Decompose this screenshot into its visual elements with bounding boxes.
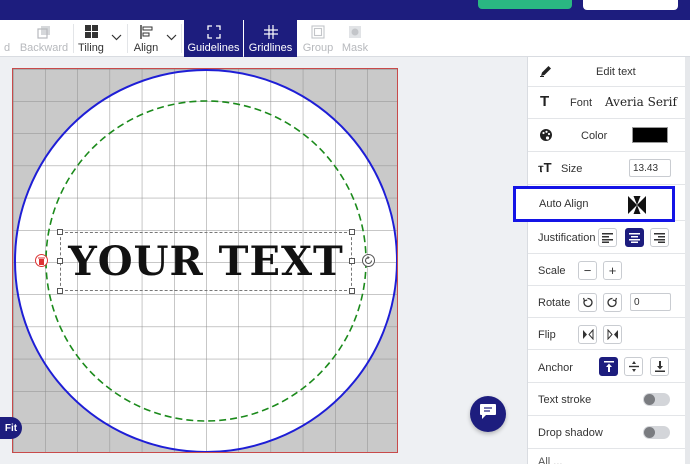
top-navigation-bar [0, 0, 690, 20]
editor-toolbar: d Backward Tiling Align Guidelines Gridl… [0, 20, 690, 57]
drop-shadow-row: Drop shadow [528, 416, 686, 449]
justification-label: Justification [538, 232, 596, 244]
align-center-icon [629, 232, 640, 243]
scale-label: Scale [538, 265, 566, 277]
text-stroke-row: Text stroke [528, 383, 686, 416]
anchor-middle-button[interactable] [624, 357, 643, 376]
toolbar-divider [127, 24, 128, 53]
primary-action-button[interactable] [478, 0, 572, 9]
rotate-row: Rotate 0 [528, 286, 686, 318]
secondary-action-button[interactable] [583, 0, 678, 10]
font-selector[interactable]: Averia Serif [605, 95, 677, 109]
design-canvas-area: YOUR TEXT Fit [0, 57, 527, 464]
flip-row: Flip [528, 318, 686, 350]
toolbar-item-backward[interactable]: Backward [16, 20, 72, 57]
auto-align-button[interactable]: Auto Align [513, 186, 675, 222]
cut-off-label: All ... [538, 456, 563, 464]
color-label: Color [581, 130, 608, 142]
text-properties-panel: Edit text T Font Averia Serif Color ⲧT S… [527, 57, 686, 464]
toolbar-item-gridlines[interactable]: Gridlines [244, 20, 297, 57]
toolbar-item-forward-partial[interactable]: d [0, 20, 14, 57]
anchor-label: Anchor [538, 362, 573, 374]
app-root: d Backward Tiling Align Guidelines Gridl… [0, 0, 690, 464]
flip-horizontal-button[interactable] [578, 325, 597, 344]
toolbar-item-tiling[interactable]: Tiling [76, 20, 122, 57]
color-swatch[interactable] [632, 127, 668, 143]
panel-scrollbar[interactable] [685, 57, 690, 464]
flip-vertical-button[interactable] [603, 325, 622, 344]
anchor-top-button[interactable] [599, 357, 618, 376]
justify-center-button[interactable] [625, 228, 644, 247]
font-t-icon: T [540, 93, 550, 110]
minus-icon: − [583, 263, 592, 278]
rotate-ccw-icon [582, 297, 593, 308]
plus-icon: + [608, 263, 617, 278]
size-row: ⲧT Size 13.43 [528, 152, 686, 185]
rotate-handle-icon[interactable] [362, 254, 375, 267]
artboard[interactable]: YOUR TEXT [12, 68, 398, 453]
palette-icon [539, 128, 553, 145]
scale-decrease-button[interactable]: − [578, 261, 597, 280]
rotate-input[interactable]: 0 [630, 293, 671, 311]
toolbar-item-mask[interactable]: Mask [339, 20, 371, 57]
color-row: Color [528, 119, 686, 152]
chevron-down-icon[interactable] [166, 32, 177, 44]
rotate-left-button[interactable] [578, 293, 597, 312]
pencil-icon [539, 64, 553, 81]
text-stroke-label: Text stroke [538, 394, 592, 406]
align-left-icon [602, 232, 613, 243]
anchor-top-icon [603, 361, 614, 372]
group-icon [311, 24, 325, 40]
size-label: Size [561, 163, 583, 175]
auto-align-arrows-icon [626, 195, 648, 220]
toolbar-item-align[interactable]: Align [131, 20, 177, 57]
edit-text-label: Edit text [596, 66, 636, 78]
toolbar-item-guidelines[interactable]: Guidelines [184, 20, 243, 57]
gridlines-icon [263, 24, 278, 40]
drop-shadow-label: Drop shadow [538, 427, 603, 439]
rotate-right-button[interactable] [603, 293, 622, 312]
chat-bubble-icon [479, 403, 497, 425]
tiling-grid-icon [84, 24, 98, 40]
justification-row: Justification [528, 221, 686, 254]
toggle-knob [644, 394, 655, 405]
flip-vertical-icon [607, 329, 618, 340]
edit-text-row[interactable]: Edit text [528, 57, 686, 87]
delete-icon[interactable] [35, 254, 48, 267]
anchor-bottom-button[interactable] [650, 357, 669, 376]
guidelines-icon [206, 24, 221, 40]
anchor-row: Anchor [528, 350, 686, 383]
toggle-knob [644, 427, 655, 438]
drop-shadow-toggle[interactable] [643, 426, 670, 439]
cut-off-row: All ... [528, 449, 686, 464]
anchor-bottom-icon [654, 361, 665, 372]
send-backward-icon [37, 24, 51, 40]
chat-button[interactable] [470, 396, 506, 432]
justify-right-button[interactable] [650, 228, 669, 247]
fit-button[interactable]: Fit [0, 417, 22, 439]
align-right-icon [654, 232, 665, 243]
scale-increase-button[interactable]: + [603, 261, 622, 280]
font-label: Font [570, 97, 593, 109]
flip-horizontal-icon [582, 329, 593, 340]
align-left-icon [139, 24, 153, 40]
size-input[interactable]: 13.43 [629, 159, 671, 177]
toolbar-item-group[interactable]: Group [301, 20, 335, 57]
justify-left-button[interactable] [598, 228, 617, 247]
font-row: T Font Averia Serif [528, 87, 686, 119]
auto-align-label: Auto Align [539, 198, 589, 210]
rotate-label: Rotate [538, 297, 571, 309]
rotate-cw-icon [607, 297, 618, 308]
text-stroke-toggle[interactable] [643, 393, 670, 406]
mask-icon [348, 24, 362, 40]
text-size-icon: ⲧT [538, 160, 552, 175]
canvas-text-your-text[interactable]: YOUR TEXT [60, 232, 352, 291]
anchor-middle-icon [628, 361, 639, 372]
toolbar-divider [73, 24, 74, 53]
scale-row: Scale − + [528, 254, 686, 286]
toolbar-divider [181, 24, 182, 53]
flip-label: Flip [538, 329, 556, 341]
chevron-down-icon[interactable] [111, 32, 122, 44]
